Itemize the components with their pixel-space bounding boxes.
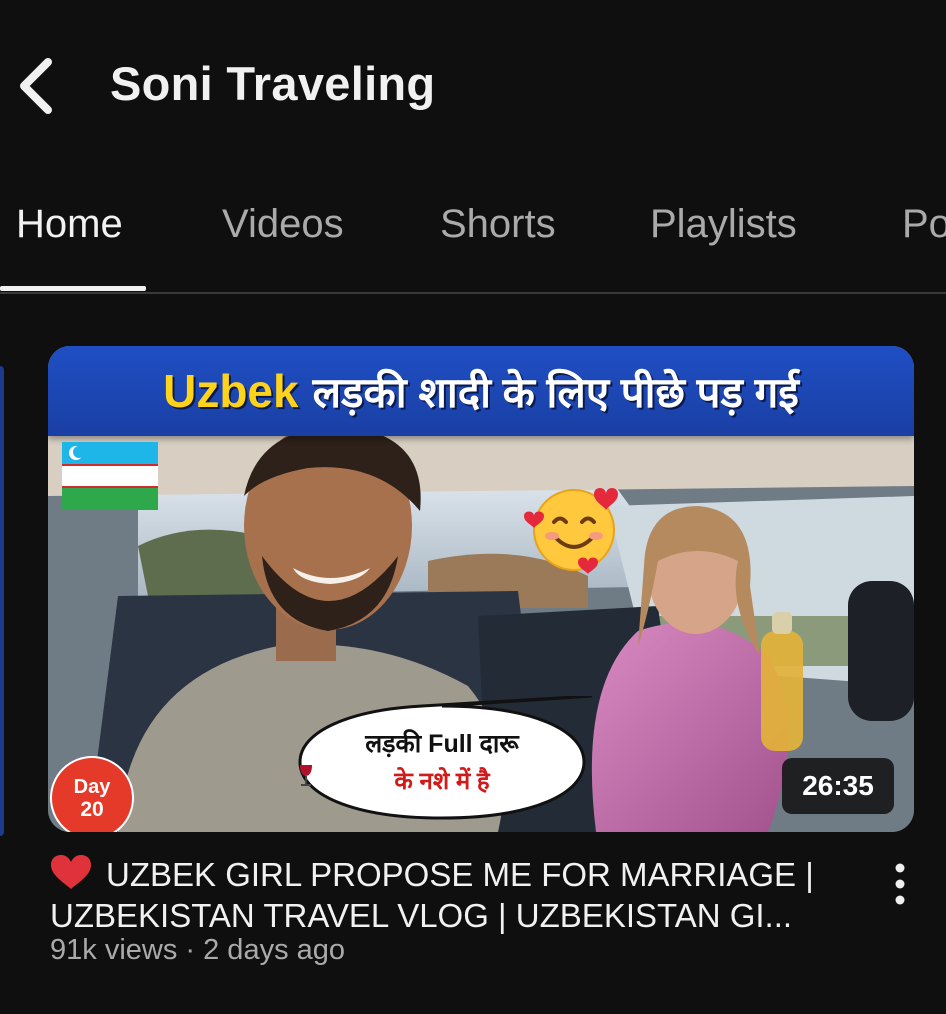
video-menu-button[interactable]	[880, 858, 920, 914]
bubble-text-line2-label: के नशे में है	[394, 768, 490, 795]
day-badge-label: Day	[73, 775, 111, 798]
more-vertical-icon	[895, 863, 905, 905]
tabs-divider	[0, 292, 946, 294]
tab-posts-truncated[interactable]: Po	[902, 202, 946, 247]
tab-home[interactable]: Home	[16, 202, 123, 247]
speech-bubble: लड़की Full दारू के नशे में है	[292, 696, 592, 824]
channel-header: Soni Traveling	[0, 0, 946, 180]
tab-playlists[interactable]: Playlists	[650, 202, 797, 247]
meta-separator: ·	[185, 934, 196, 966]
channel-name: Soni Traveling	[110, 57, 436, 110]
smiling-face-with-hearts-icon	[524, 488, 618, 574]
red-heart-icon	[51, 855, 91, 889]
tab-videos[interactable]: Videos	[222, 202, 344, 247]
chevron-left-icon	[20, 58, 52, 114]
upload-age: 2 days ago	[203, 934, 346, 966]
video-duration-badge: 26:35	[782, 758, 894, 814]
day-badge: Day 20	[50, 756, 134, 832]
video-thumbnail[interactable]: Uzbek लड़की शादी के लिए पीछे पड़ गई लड़क…	[48, 346, 914, 832]
banner-text-english: Uzbek	[163, 365, 299, 417]
bubble-text-line1: लड़की Full दारू	[365, 730, 519, 758]
thumbnail-title-banner: Uzbek लड़की शादी के लिए पीछे पड़ गई	[48, 346, 914, 436]
back-button[interactable]	[10, 50, 66, 122]
day-badge-number: 20	[80, 797, 104, 821]
uzbekistan-flag-icon	[62, 442, 158, 510]
channel-tabs: Home Videos Shorts Playlists Po	[0, 180, 946, 296]
previous-card-edge	[0, 366, 4, 836]
bubble-text-line2: के नशे में है	[292, 764, 592, 797]
wine-glass-icon	[300, 765, 312, 786]
view-count: 91k views	[50, 934, 178, 966]
active-tab-indicator	[0, 286, 146, 291]
tab-shorts[interactable]: Shorts	[440, 202, 556, 247]
video-title[interactable]: UZBEK GIRL PROPOSE ME FOR MARRIAGE | UZB…	[50, 854, 860, 936]
video-title-text: UZBEK GIRL PROPOSE ME FOR MARRIAGE | UZB…	[50, 856, 814, 934]
video-metadata: 91k views · 2 days ago	[50, 934, 345, 967]
banner-text-hindi: लड़की शादी के लिए पीछे पड़ गई	[312, 368, 799, 416]
